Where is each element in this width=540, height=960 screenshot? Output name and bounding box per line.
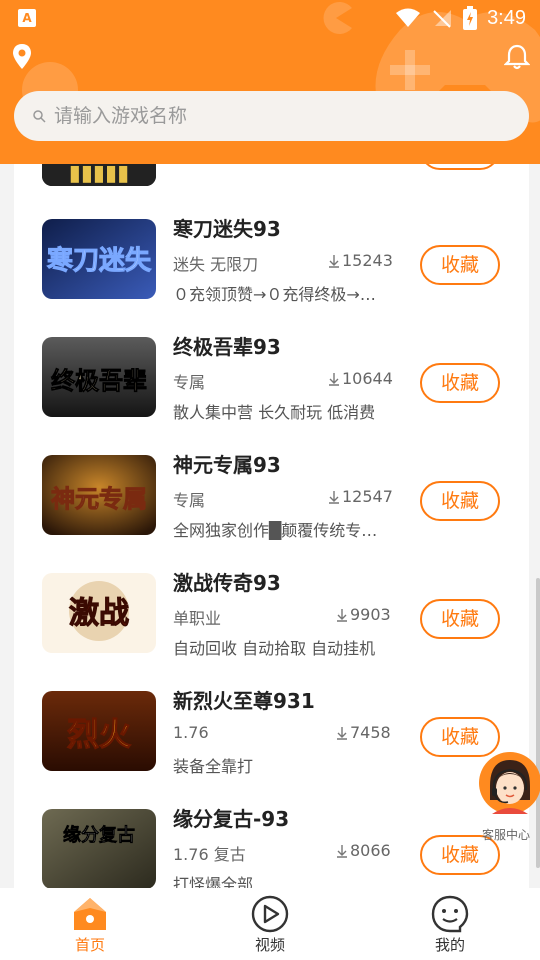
list-item[interactable]: 寒刀迷失 寒刀迷失93 迷失 无限刀 15243 ０充领顶赞→０充得终极→… 收…: [14, 217, 529, 337]
status-time: 3:49: [487, 6, 526, 29]
download-icon: [337, 844, 347, 858]
game-thumbnail[interactable]: 烈火: [42, 691, 156, 771]
game-description: 散人集中营 长久耐玩 低消费: [173, 403, 376, 422]
favorite-button[interactable]: 收藏: [420, 245, 500, 285]
search-input[interactable]: [54, 105, 474, 127]
location-pin-icon[interactable]: [12, 44, 32, 70]
download-count: 9903: [336, 605, 391, 624]
game-tags: 1.76: [173, 723, 209, 742]
game-description: ０充领顶赞→０充得终极→…: [173, 285, 376, 304]
download-count: 8066: [336, 841, 391, 860]
play-icon: [251, 895, 289, 933]
download-count: 7458: [336, 723, 391, 742]
favorite-button[interactable]: 收藏: [420, 599, 500, 639]
tab-label: 我的: [434, 936, 465, 954]
game-thumbnail-partial[interactable]: ▮▮▮▮▮: [42, 164, 156, 186]
game-thumbnail[interactable]: 激战: [42, 573, 156, 653]
thumb-title: 寒刀迷失: [47, 245, 152, 276]
tab-video[interactable]: 视频: [210, 888, 330, 960]
bottom-tab-bar: 首页 视频 我的: [0, 888, 540, 960]
thumb-title: 缘分复古: [63, 824, 135, 846]
game-tags: 1.76 复古: [173, 845, 246, 864]
download-icon: [329, 372, 339, 386]
list-item[interactable]: 烈火 新烈火至尊931 1.76 7458 装备全靠打 收藏: [14, 689, 529, 809]
game-description: 装备全靠打: [173, 757, 254, 776]
tab-home[interactable]: 首页: [30, 888, 150, 960]
app-notification-icon: A: [18, 9, 36, 27]
customer-service-button[interactable]: 客服中心: [476, 750, 540, 842]
status-bar: A 3:49: [0, 0, 540, 36]
customer-service-label: 客服中心: [482, 828, 531, 842]
home-icon: [74, 898, 106, 930]
download-count: 15243: [328, 251, 393, 270]
svg-text:▮▮▮▮▮: ▮▮▮▮▮: [69, 164, 130, 186]
tab-label: 视频: [254, 936, 285, 954]
download-icon: [329, 490, 339, 504]
bell-icon[interactable]: [504, 44, 530, 70]
search-bar[interactable]: [14, 91, 529, 141]
download-count-value: 8066: [350, 841, 391, 860]
list-item[interactable]: 终极吾辈 终极吾辈93 专属 10644 散人集中营 长久耐玩 低消费 收藏: [14, 335, 529, 455]
download-icon: [337, 608, 347, 622]
download-count-value: 15243: [342, 251, 393, 270]
tab-profile[interactable]: 我的: [390, 888, 510, 960]
game-thumbnail[interactable]: 寒刀迷失: [42, 219, 156, 299]
game-tags: 迷失 无限刀: [173, 255, 259, 274]
game-tags: 专属: [173, 491, 206, 510]
game-name[interactable]: 寒刀迷失93: [173, 213, 281, 242]
thumb-title: 激战: [69, 596, 129, 631]
face-icon: [431, 895, 469, 933]
list-item[interactable]: 激战 激战传奇93 单职业 9903 自动回收 自动拾取 自动挂机 收藏: [14, 571, 529, 691]
search-icon: [33, 110, 46, 123]
game-thumbnail[interactable]: 神元专属: [42, 455, 156, 535]
download-count: 10644: [328, 369, 393, 388]
game-description: 全网独家创作█颠覆传统专…: [173, 521, 378, 540]
game-name[interactable]: 激战传奇93: [173, 567, 281, 596]
game-name[interactable]: 缘分复古-93: [173, 803, 289, 832]
game-name[interactable]: 新烈火至尊931: [173, 685, 315, 714]
game-thumbnail[interactable]: 终极吾辈: [42, 337, 156, 417]
tab-label: 首页: [74, 936, 105, 954]
favorite-button[interactable]: 收藏: [420, 363, 500, 403]
thumb-title: 神元专属: [51, 484, 147, 513]
game-name[interactable]: 神元专属93: [173, 449, 281, 478]
thumb-title: 烈火: [67, 715, 131, 753]
download-count-value: 7458: [350, 723, 391, 742]
download-count: 12547: [328, 487, 393, 506]
download-count-value: 9903: [350, 605, 391, 624]
list-item[interactable]: 缘分复古 缘分复古-93 1.76 复古 8066 打怪爆全部 收藏: [14, 807, 529, 888]
no-signal-icon: [433, 10, 452, 28]
game-list: ▮▮▮▮▮ 寒刀迷失 寒刀迷失93 迷失 无限刀 15243 ０充领顶赞→０充得…: [14, 164, 529, 888]
customer-service-avatar-icon: [479, 752, 540, 814]
wifi-icon: [396, 8, 421, 27]
download-icon: [329, 254, 339, 268]
header: A 3:49: [0, 0, 540, 164]
game-thumbnail[interactable]: 缘分复古: [42, 809, 156, 888]
download-count-value: 10644: [342, 369, 393, 388]
favorite-button[interactable]: 收藏: [420, 481, 500, 521]
game-tags: 单职业: [173, 609, 222, 628]
status-right: 3:49: [395, 4, 526, 32]
game-description: 自动回收 自动拾取 自动挂机: [173, 639, 376, 658]
battery-charging-icon: [463, 6, 478, 30]
download-count-value: 12547: [342, 487, 393, 506]
game-name[interactable]: 终极吾辈93: [173, 331, 281, 360]
game-description: 打怪爆全部: [173, 875, 254, 888]
download-icon: [337, 726, 347, 740]
game-tags: 专属: [173, 373, 206, 392]
list-item[interactable]: 神元专属 神元专属93 专属 12547 全网独家创作█颠覆传统专… 收藏: [14, 453, 529, 573]
favorite-button-partial[interactable]: [420, 164, 500, 170]
thumb-title: 终极吾辈: [51, 366, 147, 395]
